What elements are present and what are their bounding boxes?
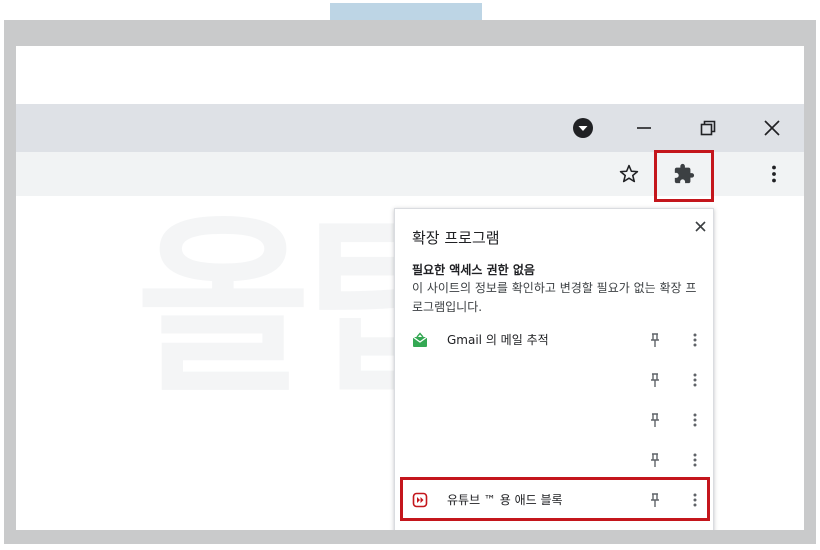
extension-row-4[interactable] [395, 440, 713, 480]
more-options-icon[interactable] [687, 412, 703, 428]
permission-description: 이 사이트의 정보를 확인하고 변경할 필요가 없는 확장 프로그램입니다. [412, 281, 697, 314]
minimize-button[interactable] [628, 112, 660, 144]
close-window-button[interactable] [756, 112, 788, 144]
extension-row-2[interactable] [395, 360, 713, 400]
extension-row-gmail-tracker[interactable]: Gmail 의 메일 추적 [395, 320, 713, 360]
close-icon [694, 220, 706, 232]
pin-icon[interactable] [647, 452, 663, 468]
pin-icon[interactable] [647, 332, 663, 348]
permission-heading: 필요한 액세스 권한 없음 [412, 263, 535, 277]
pin-icon[interactable] [647, 372, 663, 388]
bookmark-button[interactable] [611, 156, 647, 192]
extension-name: Gmail 의 메일 추적 [447, 333, 549, 347]
more-options-icon[interactable] [687, 332, 703, 348]
tab-search-button[interactable] [567, 112, 599, 144]
more-options-icon[interactable] [687, 372, 703, 388]
extensions-button-highlight [654, 150, 714, 202]
chrome-menu-button[interactable] [756, 156, 792, 192]
pin-icon[interactable] [647, 412, 663, 428]
more-options-icon[interactable] [687, 452, 703, 468]
close-icon [764, 120, 780, 136]
star-icon [619, 164, 639, 183]
panel-title: 확장 프로그램 [412, 229, 500, 247]
kebab-menu-icon [772, 165, 776, 183]
extension-row-3[interactable] [395, 400, 713, 440]
title-bar [16, 104, 804, 152]
screenshot-frame: 올팁스 확장 프로그램 필요한 액세스 권한 없음 이 사이트의 정보를 확인하… [4, 20, 816, 544]
chevron-down-circle-icon [573, 118, 593, 138]
restore-icon [700, 120, 716, 136]
restore-button[interactable] [692, 112, 724, 144]
minimize-icon [637, 127, 651, 129]
youtube-adblock-highlight [400, 477, 710, 521]
panel-close-button[interactable] [691, 217, 709, 235]
browser-window: 올팁스 확장 프로그램 필요한 액세스 권한 없음 이 사이트의 정보를 확인하… [16, 46, 804, 530]
gmail-tracker-icon [412, 332, 428, 347]
